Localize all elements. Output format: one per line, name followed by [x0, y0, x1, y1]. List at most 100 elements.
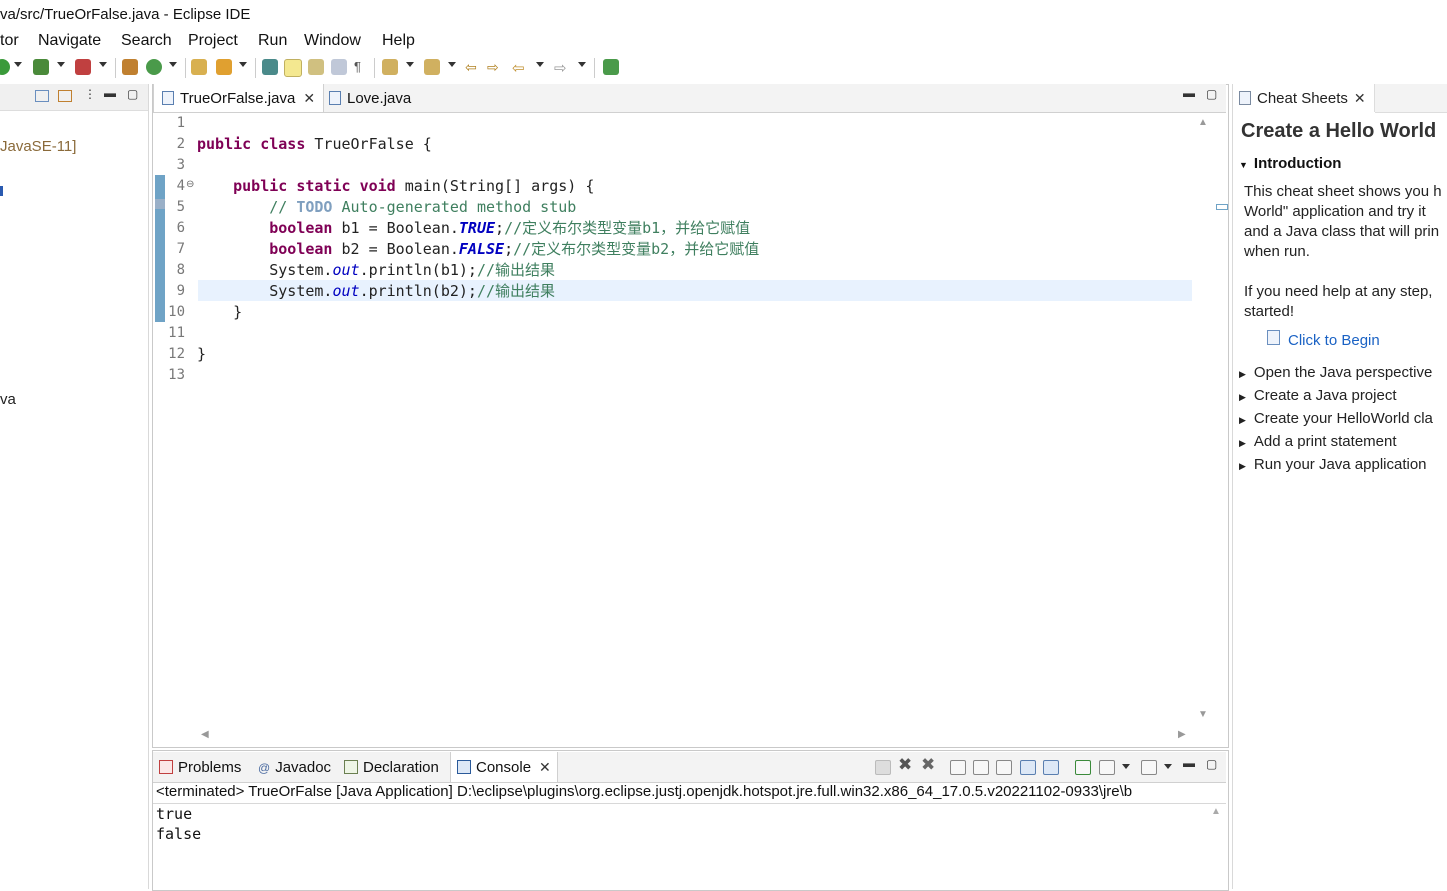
file-item[interactable]: va — [0, 391, 16, 408]
menu-navigate[interactable]: Navigate — [38, 32, 101, 50]
forward-icon[interactable]: ⇨ — [554, 59, 570, 77]
remove-launch-icon[interactable]: ✖ — [898, 755, 912, 775]
run-dropdown-icon[interactable] — [14, 62, 22, 67]
tab-love[interactable]: Love.java — [321, 84, 419, 112]
step-item[interactable]: ▶ Open the Java perspective — [1239, 364, 1432, 381]
mark-occurrences-icon[interactable] — [284, 59, 302, 77]
editor-vertical-scrollbar[interactable]: ▲ ▼ — [1194, 113, 1212, 725]
display-console-dropdown-icon[interactable] — [1122, 764, 1130, 769]
step-item[interactable]: ▶ Create a Java project — [1239, 387, 1397, 404]
new-class-dropdown-icon[interactable] — [169, 62, 177, 67]
code-line[interactable]: // TODO Auto-generated method stub — [197, 197, 576, 218]
scroll-down-icon[interactable]: ▼ — [1198, 709, 1208, 720]
click-to-begin-link[interactable]: Click to Begin — [1288, 332, 1380, 349]
code-line[interactable]: boolean b1 = Boolean.TRUE;//定义布尔类型变量b1，并… — [197, 218, 750, 239]
tab-label: TrueOrFalse.java — [180, 89, 296, 107]
coverage-dropdown-icon[interactable] — [57, 62, 65, 67]
show-whitespace-icon[interactable] — [331, 59, 347, 75]
show-on-stdout-icon[interactable] — [1020, 760, 1036, 775]
search-dropdown-icon[interactable] — [239, 62, 247, 67]
menu-window[interactable]: Window — [304, 32, 361, 50]
fold-icon[interactable]: ⊖ — [186, 179, 194, 190]
code-line[interactable]: public class TrueOrFalse { — [197, 134, 432, 155]
overview-marker[interactable] — [1216, 204, 1228, 210]
open-type-icon[interactable] — [191, 59, 207, 75]
code-line[interactable]: } — [197, 302, 242, 323]
external-tools-dropdown-icon[interactable] — [99, 62, 107, 67]
section-introduction[interactable]: ▼ Introduction — [1239, 155, 1341, 172]
menu-editor[interactable]: tor — [0, 32, 19, 50]
display-console-icon[interactable] — [1099, 760, 1115, 775]
word-wrap-icon[interactable] — [996, 760, 1012, 775]
scroll-up-icon[interactable]: ▲ — [1198, 117, 1208, 128]
tab-true-or-false[interactable]: TrueOrFalse.java ✕ — [153, 84, 325, 112]
tab-javadoc[interactable]: @ Javadoc — [252, 752, 337, 782]
code-line[interactable]: boolean b2 = Boolean.FALSE;//定义布尔类型变量b2，… — [197, 239, 759, 260]
clear-console-icon[interactable] — [950, 760, 966, 775]
java-file-icon — [162, 91, 174, 105]
step-item[interactable]: ▶ Run your Java application — [1239, 456, 1427, 473]
remove-all-icon[interactable]: ✖ — [921, 755, 935, 775]
close-icon[interactable]: ✕ — [1354, 90, 1366, 107]
search-icon[interactable] — [216, 59, 232, 75]
console-scroll-up-icon[interactable]: ▲ — [1211, 806, 1221, 817]
coverage-icon[interactable] — [33, 59, 49, 75]
line-number: 3 — [176, 157, 185, 173]
terminate-icon[interactable] — [875, 760, 891, 775]
console-maximize-icon[interactable]: ▢ — [1206, 757, 1217, 771]
maximize-icon[interactable]: ▢ — [127, 87, 138, 101]
show-on-stderr-icon[interactable] — [1043, 760, 1059, 775]
last-edit-icon[interactable]: ⇦ — [465, 59, 481, 75]
step-item[interactable]: ▶ Add a print statement — [1239, 433, 1397, 450]
scroll-lock-icon[interactable] — [973, 760, 989, 775]
menu-search[interactable]: Search — [121, 32, 172, 50]
close-icon[interactable]: ✕ — [303, 90, 315, 107]
external-tools-icon[interactable] — [75, 59, 91, 75]
code-line[interactable]: } — [197, 344, 206, 365]
minimize-icon[interactable]: ▬ — [104, 86, 116, 100]
collapse-all-icon[interactable] — [35, 90, 49, 102]
previous-annotation-dropdown-icon[interactable] — [448, 62, 456, 67]
code-line[interactable]: System.out.println(b2);//输出结果 — [197, 281, 555, 302]
previous-annotation-icon[interactable] — [424, 59, 440, 75]
step-item[interactable]: ▶ Create your HelloWorld cla — [1239, 410, 1433, 427]
tab-cheat-sheets[interactable]: Cheat Sheets ✕ — [1233, 84, 1375, 112]
scroll-right-icon[interactable]: ▶ — [1178, 729, 1186, 740]
next-annotation-dropdown-icon[interactable] — [406, 62, 414, 67]
editor-horizontal-scrollbar[interactable]: ◀ ▶ — [197, 726, 1192, 744]
paragraph-icon[interactable]: ¶ — [354, 59, 370, 75]
close-icon[interactable]: ✕ — [539, 759, 551, 776]
tree-node-icon — [0, 186, 3, 196]
pin-icon[interactable] — [262, 59, 278, 75]
menu-project[interactable]: Project — [188, 32, 238, 50]
menu-help[interactable]: Help — [382, 32, 415, 50]
console-minimize-icon[interactable]: ▬ — [1183, 756, 1195, 770]
run-icon[interactable] — [0, 59, 10, 75]
scroll-left-icon[interactable]: ◀ — [201, 729, 209, 740]
pin-console-icon[interactable] — [1075, 760, 1091, 775]
open-console-icon[interactable] — [1141, 760, 1157, 775]
new-java-project-icon[interactable] — [122, 59, 138, 75]
editor-maximize-icon[interactable]: ▢ — [1206, 87, 1217, 101]
code-line[interactable]: public static void main(String[] args) { — [197, 176, 594, 197]
open-perspective-icon[interactable] — [603, 59, 619, 75]
open-console-dropdown-icon[interactable] — [1164, 764, 1172, 769]
forward-dropdown-icon[interactable] — [578, 62, 586, 67]
code-line[interactable]: System.out.println(b1);//输出结果 — [197, 260, 555, 281]
tab-console[interactable]: Console ✕ — [450, 752, 558, 782]
back-icon[interactable]: ⇦ — [512, 59, 528, 77]
view-menu-icon[interactable]: ⋮ — [84, 87, 96, 101]
tab-problems[interactable]: Problems — [153, 752, 247, 782]
menu-run[interactable]: Run — [258, 32, 287, 50]
begin-icon — [1267, 330, 1280, 345]
forward-edit-icon[interactable]: ⇨ — [487, 59, 503, 75]
new-class-icon[interactable] — [146, 59, 162, 75]
back-dropdown-icon[interactable] — [536, 62, 544, 67]
link-with-editor-icon[interactable] — [58, 90, 72, 102]
problems-icon — [159, 760, 173, 774]
jre-library-item[interactable]: JavaSE-11] — [0, 138, 76, 155]
editor-minimize-icon[interactable]: ▬ — [1183, 86, 1195, 100]
tab-declaration[interactable]: Declaration — [338, 752, 445, 782]
toggle-block-icon[interactable] — [308, 59, 324, 75]
next-annotation-icon[interactable] — [382, 59, 398, 75]
